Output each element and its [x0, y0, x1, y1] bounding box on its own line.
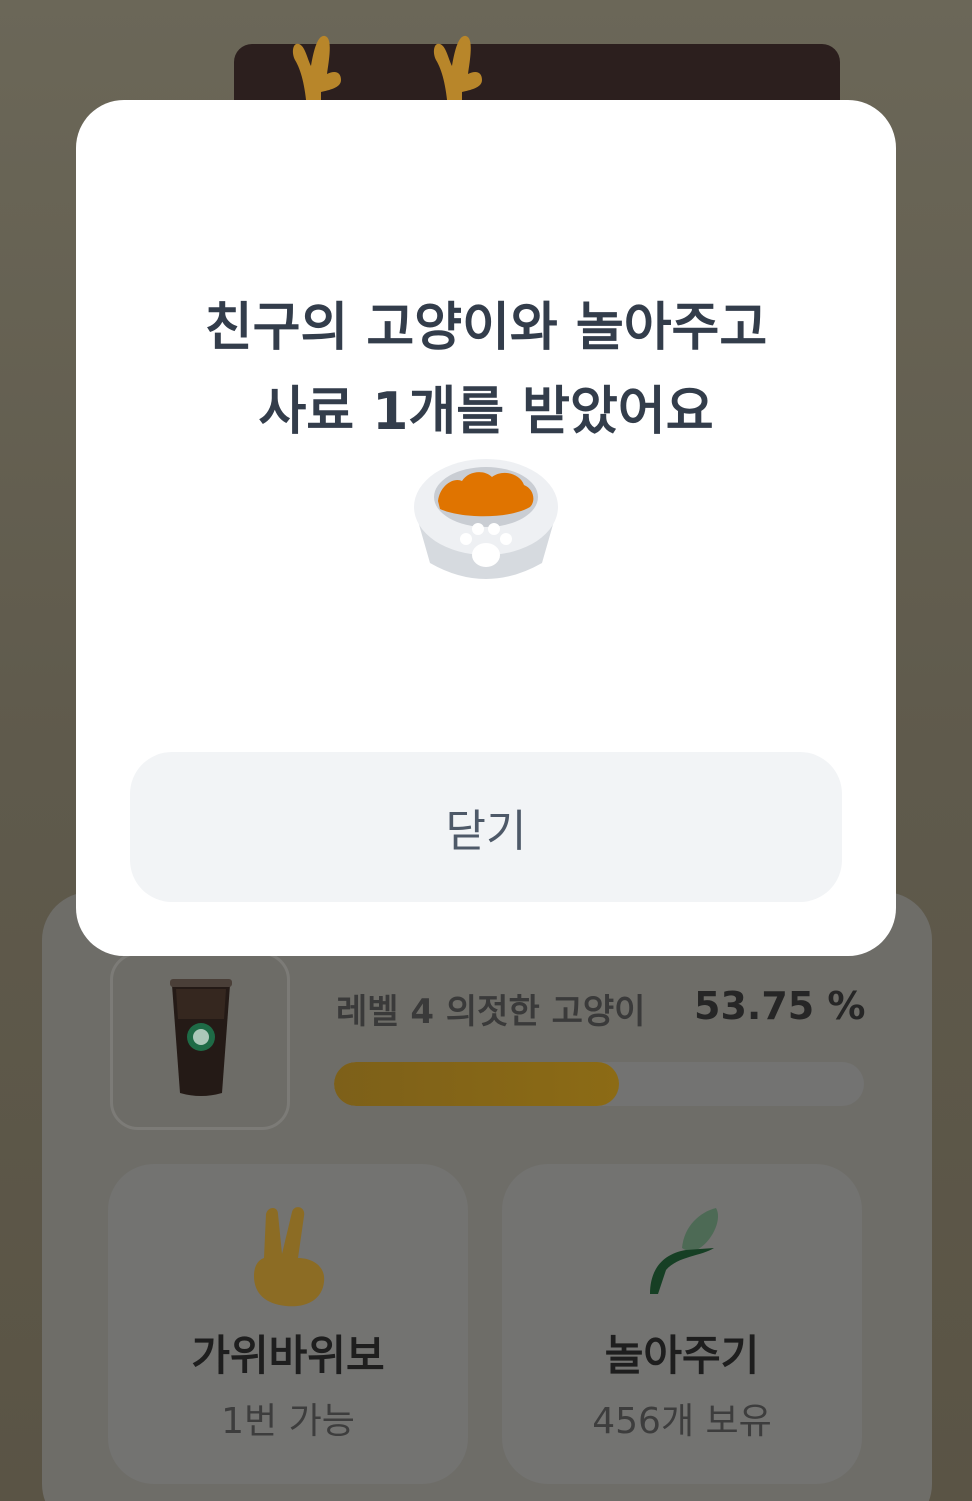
rock-paper-scissors-button[interactable]: 가위바위보 1번 가능 — [108, 1164, 468, 1484]
antler-icon — [292, 35, 341, 110]
play-with-cat-button[interactable]: 놀아주기 456개 보유 — [502, 1164, 862, 1484]
cat-teaser-icon — [650, 1208, 719, 1294]
cat-food-bowl-icon — [414, 459, 558, 579]
play-subtitle: 456개 보유 — [592, 1401, 772, 1442]
level-progress-fill — [334, 1062, 619, 1106]
iced-coffee-icon — [170, 979, 232, 1096]
level-percent: 53.75 % — [694, 984, 866, 1028]
victory-hand-icon — [254, 1207, 325, 1307]
dialog-title-line1: 친구의 고양이와 놀아주고 — [204, 298, 768, 358]
rps-title: 가위바위보 — [191, 1331, 385, 1380]
dialog-title-line2: 사료 1개를 받았어요 — [258, 382, 714, 442]
dialog-title: 친구의 고양이와 놀아주고 사료 1개를 받았어요 — [76, 286, 896, 454]
antler-icon — [433, 35, 482, 110]
level-progress-bar — [334, 1062, 864, 1106]
play-title: 놀아주기 — [604, 1331, 760, 1380]
reward-item-box[interactable] — [110, 952, 290, 1130]
close-button[interactable]: 닫기 — [130, 752, 842, 902]
level-label: 레벨 4 의젓한 고양이 — [336, 992, 646, 1032]
rps-subtitle: 1번 가능 — [221, 1401, 355, 1442]
